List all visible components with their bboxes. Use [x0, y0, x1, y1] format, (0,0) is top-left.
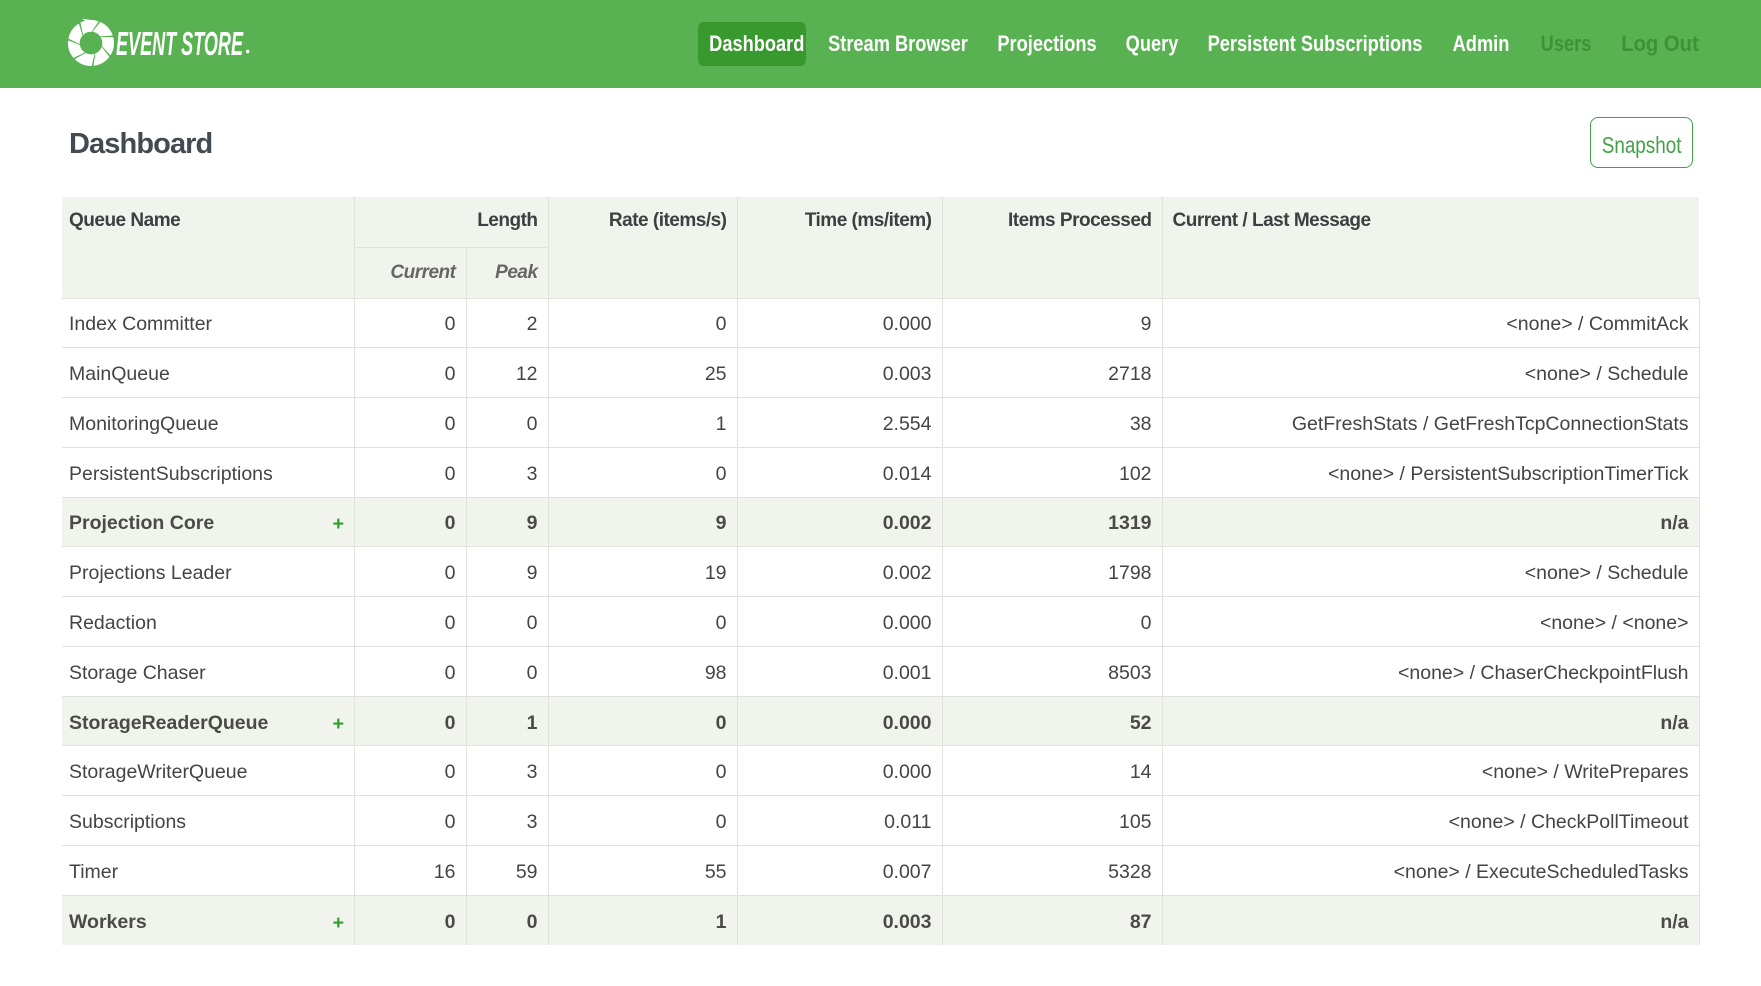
svg-text:EVENT STORE: EVENT STORE: [116, 26, 244, 62]
